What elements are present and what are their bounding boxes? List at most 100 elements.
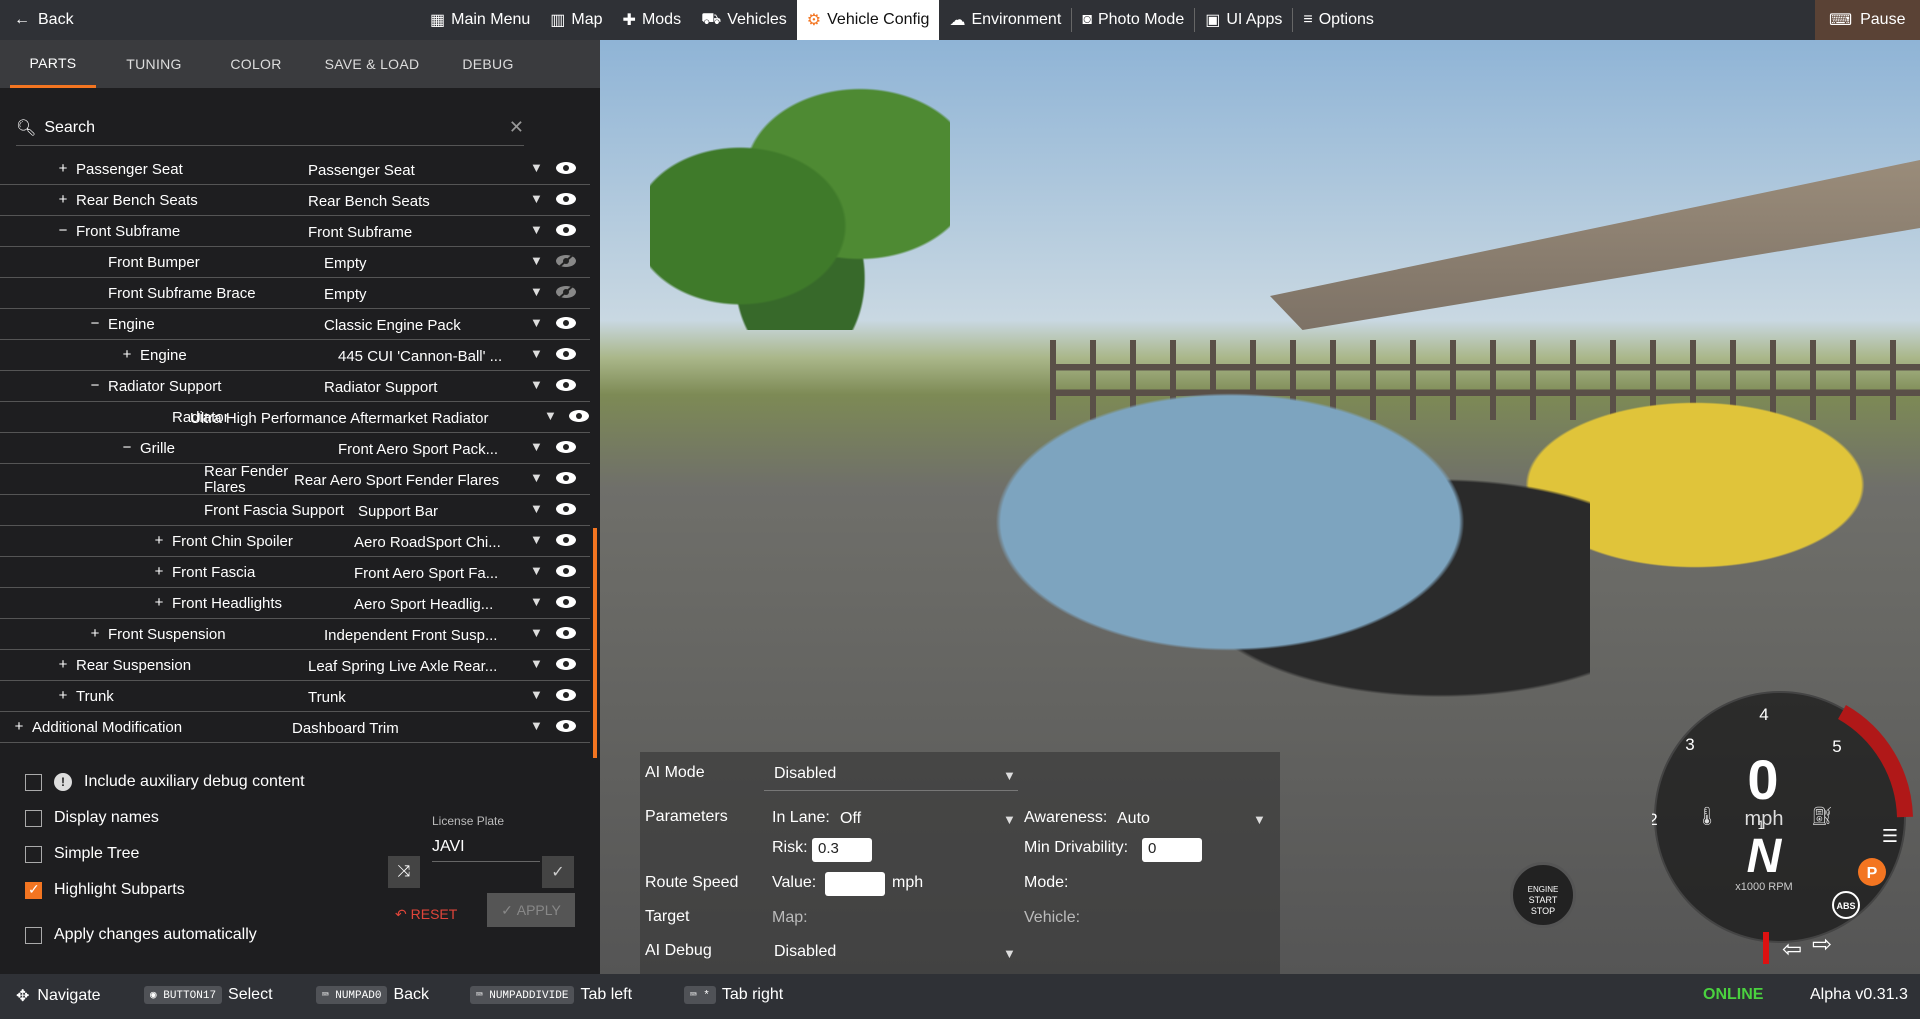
display-names-checkbox[interactable]: [25, 809, 42, 827]
part-select[interactable]: Leaf Spring Live Axle Rear...: [308, 658, 497, 675]
eye-icon[interactable]: [555, 531, 577, 549]
chevron-down-icon[interactable]: ▼: [530, 377, 543, 392]
min-drivability-input[interactable]: 0: [1142, 838, 1202, 862]
part-select[interactable]: Front Aero Sport Fa...: [354, 565, 498, 582]
simple-tree-option[interactable]: Simple Tree: [25, 845, 139, 863]
tree-row[interactable]: + Additional Modification Dashboard Trim ▼: [0, 712, 590, 743]
part-select[interactable]: Radiator Support: [324, 379, 437, 396]
risk-input[interactable]: 0.3: [812, 838, 872, 862]
awareness-select[interactable]: Auto: [1117, 810, 1150, 828]
tree-row[interactable]: Front Bumper Empty ▼: [0, 247, 590, 278]
expand-icon[interactable]: +: [152, 532, 166, 549]
eye-icon[interactable]: [555, 162, 577, 177]
part-select[interactable]: Front Aero Sport Pack...: [338, 441, 498, 458]
confirm-plate-button[interactable]: ✓: [542, 856, 574, 888]
tree-row[interactable]: + Front Headlights Aero Sport Headlig... ▼: [0, 588, 590, 619]
part-select[interactable]: Dashboard Trim: [292, 720, 399, 737]
tree-row[interactable]: + Front Suspension Independent Front Susp.…: [0, 619, 590, 650]
part-select[interactable]: Empty: [324, 286, 367, 303]
expand-icon[interactable]: +: [120, 346, 134, 363]
tab-tuning[interactable]: TUNING: [104, 40, 204, 88]
eye-icon[interactable]: [555, 190, 577, 208]
collapse-icon[interactable]: −: [56, 222, 70, 239]
tree-row[interactable]: − Radiator Support Radiator Support ▼: [0, 371, 590, 402]
reset-button[interactable]: ↶ RESET: [395, 906, 457, 923]
chevron-down-icon[interactable]: ▼: [1003, 812, 1016, 827]
expand-icon[interactable]: +: [152, 594, 166, 611]
eye-icon[interactable]: [555, 438, 577, 456]
eye-icon[interactable]: [555, 686, 577, 704]
expand-icon[interactable]: +: [56, 162, 70, 177]
collapse-icon[interactable]: −: [88, 377, 102, 394]
tab-color[interactable]: COLOR: [212, 40, 300, 88]
tree-row[interactable]: + Rear Suspension Leaf Spring Live Axle Re…: [0, 650, 590, 681]
pause-button[interactable]: ⌨ Pause: [1815, 0, 1920, 40]
menu-item-vehicles[interactable]: ⛟ Vehicles: [691, 0, 797, 40]
clear-search-icon[interactable]: ✕: [509, 117, 524, 138]
chevron-down-icon[interactable]: ▼: [530, 315, 543, 330]
chevron-down-icon[interactable]: ▼: [530, 501, 543, 516]
tree-row[interactable]: + Rear Bench Seats Rear Bench Seats ▼: [0, 185, 590, 216]
chevron-down-icon[interactable]: ▼: [530, 625, 543, 640]
tree-row[interactable]: − Engine Classic Engine Pack ▼: [0, 309, 590, 340]
eye-icon[interactable]: [555, 314, 577, 332]
menu-item-map[interactable]: ▥ Map: [540, 0, 612, 40]
expand-icon[interactable]: +: [56, 687, 70, 704]
highlight-subparts-option[interactable]: Highlight Subparts: [25, 881, 185, 899]
apply-auto-checkbox[interactable]: [25, 926, 42, 944]
tree-row[interactable]: − Front Subframe Front Subframe ▼: [0, 216, 590, 247]
expand-icon[interactable]: +: [152, 563, 166, 580]
part-select[interactable]: 445 CUI 'Cannon-Ball' ...: [338, 348, 502, 365]
menu-item-vehicle-config[interactable]: ⚙ Vehicle Config: [796, 0, 940, 40]
back-button[interactable]: ← Back: [0, 0, 92, 40]
eye-icon[interactable]: [555, 562, 577, 580]
expand-icon[interactable]: +: [56, 191, 70, 208]
eye-icon[interactable]: [555, 500, 577, 518]
chevron-down-icon[interactable]: ▼: [530, 191, 543, 206]
part-select[interactable]: Rear Aero Sport Fender Flares: [294, 472, 499, 489]
display-names-option[interactable]: Display names: [25, 809, 159, 827]
highlight-subparts-checkbox[interactable]: [25, 881, 42, 899]
eye-icon[interactable]: [555, 469, 577, 487]
tree-row[interactable]: − Grille Front Aero Sport Pack... ▼: [0, 433, 590, 464]
chevron-down-icon[interactable]: ▼: [1253, 812, 1266, 827]
route-speed-input[interactable]: [825, 872, 885, 896]
eye-icon[interactable]: [555, 717, 577, 735]
tree-row[interactable]: + Front Fascia Front Aero Sport Fa... ▼: [0, 557, 590, 588]
chevron-down-icon[interactable]: ▼: [530, 532, 543, 547]
part-select[interactable]: Aero RoadSport Chi...: [354, 534, 501, 551]
chevron-down-icon[interactable]: ▼: [530, 439, 543, 454]
tree-row[interactable]: Rear Fender Flares Rear Aero Sport Fender…: [0, 464, 590, 496]
eye-icon[interactable]: [555, 345, 577, 363]
eye-icon[interactable]: [555, 593, 577, 611]
chevron-down-icon[interactable]: ▼: [530, 253, 543, 268]
expand-icon[interactable]: +: [12, 718, 26, 735]
expand-icon[interactable]: +: [56, 656, 70, 673]
collapse-icon[interactable]: −: [88, 315, 102, 332]
expand-icon[interactable]: +: [88, 625, 102, 642]
tree-row[interactable]: Front Fascia Support Support Bar ▼: [0, 495, 590, 526]
eye-icon[interactable]: [555, 376, 577, 394]
in-lane-select[interactable]: Off: [840, 810, 861, 828]
tree-row[interactable]: + Front Chin Spoiler Aero RoadSport Chi...…: [0, 526, 590, 557]
chevron-down-icon[interactable]: ▼: [530, 222, 543, 237]
part-select[interactable]: Independent Front Susp...: [324, 627, 497, 644]
chevron-down-icon[interactable]: ▼: [544, 408, 557, 423]
tree-row[interactable]: + Engine 445 CUI 'Cannon-Ball' ... ▼: [0, 340, 590, 371]
tree-row[interactable]: Radiator Ultra High Performance Aftermark…: [0, 402, 590, 433]
chevron-down-icon[interactable]: ▼: [1003, 768, 1016, 783]
engine-start-stop-button[interactable]: ENGINE START STOP: [1510, 862, 1576, 928]
chevron-down-icon[interactable]: ▼: [530, 346, 543, 361]
chevron-down-icon[interactable]: ▼: [530, 656, 543, 671]
tab-parts[interactable]: PARTS: [10, 40, 96, 88]
randomize-plate-button[interactable]: ⤨: [388, 856, 420, 888]
part-select[interactable]: Ultra High Performance Aftermarket Radia…: [190, 410, 488, 427]
part-select[interactable]: Support Bar: [358, 503, 438, 520]
eye-off-icon[interactable]: [555, 283, 577, 301]
part-select[interactable]: Empty: [324, 255, 367, 272]
tree-row[interactable]: + Passenger Seat Passenger Seat ▼: [0, 162, 590, 185]
eye-icon[interactable]: [555, 221, 577, 239]
search-field[interactable]: 🔍︎ Search ✕: [16, 110, 524, 146]
menu-item-mods[interactable]: ✚ Mods: [613, 0, 692, 40]
tab-save-load[interactable]: SAVE & LOAD: [308, 40, 436, 88]
